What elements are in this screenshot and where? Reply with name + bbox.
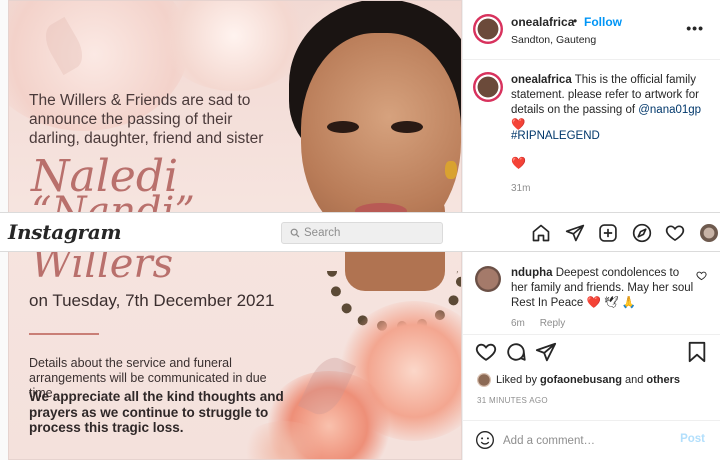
top-nav-bar: Instagram xyxy=(0,212,720,252)
profile-avatar[interactable] xyxy=(700,224,718,242)
caption-mention-link[interactable]: @nana01gp xyxy=(638,104,701,116)
share-icon[interactable] xyxy=(535,341,557,363)
comment-input[interactable] xyxy=(503,431,673,451)
avatar[interactable] xyxy=(477,373,491,387)
avatar[interactable] xyxy=(475,266,501,292)
save-icon[interactable] xyxy=(687,341,707,363)
direct-icon[interactable] xyxy=(565,223,585,243)
caption-timestamp[interactable]: 31m xyxy=(511,183,530,194)
comment-icon[interactable] xyxy=(505,341,527,363)
avatar[interactable] xyxy=(473,14,503,44)
follow-button[interactable]: Follow xyxy=(584,15,622,29)
emoji-icon[interactable] xyxy=(475,430,495,450)
hashtag-link[interactable]: #RIPNALEGEND xyxy=(511,130,600,142)
post-comment-button[interactable]: Post xyxy=(680,433,705,445)
post-header: onealafrica • Follow Sandton, Gauteng ••… xyxy=(463,0,720,60)
search-input[interactable] xyxy=(304,225,434,241)
comment-emojis: ❤️ 🕊 🙏 xyxy=(586,297,637,309)
post-username[interactable]: onealafrica xyxy=(511,15,574,29)
more-icon[interactable]: ••• xyxy=(686,20,704,36)
search-icon xyxy=(290,228,300,238)
caption-username[interactable]: onealafrica xyxy=(511,74,572,86)
divider-line xyxy=(29,333,99,335)
explore-icon[interactable] xyxy=(632,223,652,243)
reply-button[interactable]: Reply xyxy=(540,318,566,329)
new-post-icon[interactable] xyxy=(598,223,618,243)
post-location[interactable]: Sandton, Gauteng xyxy=(511,34,596,46)
caption-heart-emoji: ❤️ xyxy=(511,156,526,170)
instagram-logo[interactable]: Instagram xyxy=(8,220,122,244)
post-actions xyxy=(463,334,720,370)
date-text: on Tuesday, 7th December 2021 xyxy=(29,291,275,310)
activity-heart-icon[interactable] xyxy=(665,223,685,243)
avatar[interactable] xyxy=(473,72,503,102)
announcement-text: The Willers & Friends are sad to announc… xyxy=(29,92,264,147)
home-icon[interactable] xyxy=(531,223,551,243)
caption-text: onealafrica This is the official family … xyxy=(511,73,711,133)
like-icon[interactable] xyxy=(475,341,497,363)
post-timestamp[interactable]: 31 MINUTES AGO xyxy=(477,396,548,405)
search-box[interactable] xyxy=(281,222,443,244)
liked-by-user-link[interactable]: gofaonebusang xyxy=(540,374,622,386)
appreciation-text: We appreciate all the kind thoughts and … xyxy=(29,389,284,435)
portrait-photo xyxy=(267,1,461,331)
comment-timestamp[interactable]: 6m xyxy=(511,318,525,329)
comment-like-icon[interactable] xyxy=(696,270,707,281)
likes-others-link[interactable]: others xyxy=(646,374,680,386)
comment-text: ndupha Deepest condolences to her family… xyxy=(511,266,697,311)
comment-meta: 6m Reply xyxy=(511,318,577,329)
add-comment-bar: Post xyxy=(463,420,720,460)
separator-dot: • xyxy=(573,14,578,28)
comment-username[interactable]: ndupha xyxy=(511,267,553,279)
